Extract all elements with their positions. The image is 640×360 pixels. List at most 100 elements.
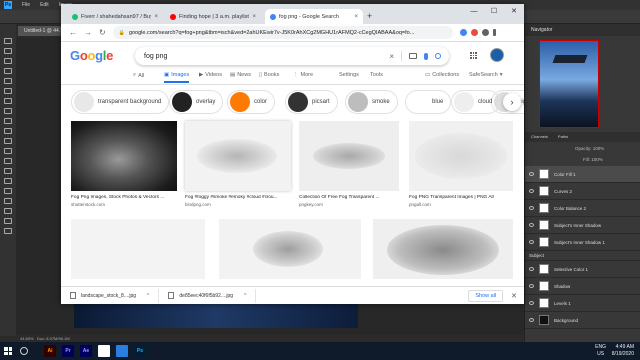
result-source[interactable]: shutterstock.com bbox=[71, 202, 105, 207]
crop-tool-icon[interactable] bbox=[4, 78, 12, 84]
paths-tab[interactable]: Paths bbox=[558, 134, 568, 140]
image-result-thumbnail[interactable] bbox=[71, 219, 205, 279]
healing-tool-icon[interactable] bbox=[4, 98, 12, 104]
new-tab-button[interactable]: + bbox=[367, 11, 372, 21]
gradient-tool-icon[interactable] bbox=[4, 148, 12, 154]
stamp-tool-icon[interactable] bbox=[4, 118, 12, 124]
taskbar-app-icon[interactable]: Pr bbox=[62, 345, 74, 357]
ps-menu-file[interactable]: File bbox=[22, 2, 30, 8]
account-avatar[interactable] bbox=[490, 48, 504, 62]
search-query[interactable]: fog png bbox=[144, 53, 167, 60]
taskbar-app-icon[interactable] bbox=[116, 345, 128, 357]
blur-tool-icon[interactable] bbox=[4, 158, 12, 164]
brush-tool-icon[interactable] bbox=[4, 108, 12, 114]
ps-menu-edit[interactable]: Edit bbox=[40, 2, 49, 8]
chevron-right-icon[interactable]: › bbox=[503, 93, 521, 111]
taskbar-app-icon[interactable]: Ae bbox=[80, 345, 92, 357]
back-arrow-icon[interactable]: ← bbox=[69, 28, 77, 37]
zoom-tool-icon[interactable] bbox=[4, 228, 12, 234]
move-tool-icon[interactable] bbox=[4, 38, 12, 44]
result-caption[interactable]: Fog Png Images, Stock Photos & Vectors .… bbox=[71, 195, 183, 200]
tab-images[interactable]: ▣ Images bbox=[164, 72, 190, 83]
layer-row[interactable]: Background bbox=[525, 312, 640, 329]
fill-value[interactable]: 100% bbox=[591, 157, 603, 162]
browser-tab-google[interactable]: fog png - Google Search × bbox=[265, 9, 363, 24]
tab-more[interactable]: ⋮ More bbox=[293, 72, 313, 78]
close-tab-icon[interactable]: × bbox=[354, 14, 358, 20]
tab-all[interactable]: ⌕ All bbox=[133, 72, 144, 79]
path-select-tool-icon[interactable] bbox=[4, 198, 12, 204]
chevron-up-icon[interactable]: ^ bbox=[244, 293, 246, 299]
image-result-thumbnail[interactable] bbox=[373, 219, 513, 279]
extension-icon[interactable] bbox=[459, 29, 467, 36]
related-search-chip[interactable]: color bbox=[227, 90, 276, 114]
navigator-thumbnail[interactable] bbox=[539, 40, 599, 128]
layer-row[interactable]: Subject's Inner Shadow 1 bbox=[525, 234, 640, 251]
google-logo[interactable]: Google bbox=[70, 48, 113, 63]
layer-row[interactable]: Color Balance 2 bbox=[525, 200, 640, 217]
search-icon[interactable] bbox=[435, 53, 441, 59]
opacity-row[interactable]: Opacity: 100% bbox=[525, 142, 640, 156]
google-apps-icon[interactable] bbox=[470, 52, 477, 59]
camera-search-icon[interactable] bbox=[409, 53, 417, 59]
navigator-panel-title[interactable]: Navigator bbox=[525, 24, 640, 36]
tab-books[interactable]: ▯ Books bbox=[259, 72, 279, 78]
layer-row[interactable]: Levels 1 bbox=[525, 295, 640, 312]
lasso-tool-icon[interactable] bbox=[4, 58, 12, 64]
image-result-thumbnail[interactable] bbox=[299, 121, 399, 191]
layer-row[interactable]: Selective Color 1 bbox=[525, 261, 640, 278]
close-tab-icon[interactable]: × bbox=[154, 14, 158, 20]
reload-icon[interactable]: ↻ bbox=[99, 28, 106, 37]
visibility-eye-icon[interactable] bbox=[529, 240, 534, 244]
safesearch-toggle[interactable]: SafeSearch ▾ bbox=[469, 72, 503, 78]
channels-tab[interactable]: Channels bbox=[531, 134, 548, 140]
visibility-eye-icon[interactable] bbox=[529, 318, 534, 322]
visibility-eye-icon[interactable] bbox=[529, 223, 534, 227]
browser-tab-youtube[interactable]: Finding hope | 3 a.m. playlist - Yo × bbox=[165, 9, 261, 24]
extension-icon[interactable] bbox=[470, 29, 478, 36]
related-search-chip[interactable]: overlay bbox=[169, 90, 224, 114]
related-search-chip[interactable]: blue bbox=[405, 90, 452, 114]
tab-videos[interactable]: ▶ Videos bbox=[199, 72, 222, 78]
quick-select-tool-icon[interactable] bbox=[4, 68, 12, 74]
layer-group-row[interactable]: Subject bbox=[525, 251, 640, 261]
google-search-box[interactable]: fog png × bbox=[135, 47, 449, 65]
related-search-chip[interactable]: picsart bbox=[285, 90, 338, 114]
eyedropper-tool-icon[interactable] bbox=[4, 88, 12, 94]
show-all-downloads-button[interactable]: Show all bbox=[468, 289, 504, 302]
download-item[interactable]: landscape_stock_8....jpg ^ bbox=[61, 288, 160, 303]
maximize-button[interactable]: ☐ bbox=[484, 4, 504, 18]
visibility-eye-icon[interactable] bbox=[529, 189, 534, 193]
shape-tool-icon[interactable] bbox=[4, 208, 12, 214]
forward-arrow-icon[interactable]: → bbox=[84, 28, 92, 37]
download-item[interactable]: de85eec40f6f5b92....jpg ^ bbox=[159, 288, 257, 303]
taskbar-app-icon[interactable]: Ai bbox=[44, 345, 56, 357]
related-search-chip[interactable]: smoke bbox=[345, 90, 398, 114]
layer-row[interactable]: Shadow bbox=[525, 278, 640, 295]
profile-icon[interactable] bbox=[481, 29, 489, 36]
type-tool-icon[interactable] bbox=[4, 188, 12, 194]
eraser-tool-icon[interactable] bbox=[4, 138, 12, 144]
result-source[interactable]: pngall.com bbox=[409, 202, 431, 207]
visibility-eye-icon[interactable] bbox=[529, 267, 534, 271]
result-caption[interactable]: Fog #foggy #smoke #emoky #cloud #clou... bbox=[185, 195, 293, 200]
pen-tool-icon[interactable] bbox=[4, 178, 12, 184]
chevron-up-icon[interactable]: ^ bbox=[147, 293, 149, 299]
hand-tool-icon[interactable] bbox=[4, 218, 12, 224]
visibility-eye-icon[interactable] bbox=[529, 301, 534, 305]
history-brush-icon[interactable] bbox=[4, 128, 12, 134]
image-result-thumbnail[interactable] bbox=[71, 121, 177, 191]
address-bar[interactable]: 🔒 google.com/search?q=fog+png&tbm=isch&v… bbox=[112, 26, 453, 39]
related-search-chip[interactable]: transparent background bbox=[71, 90, 170, 114]
close-tab-icon[interactable]: × bbox=[252, 14, 256, 20]
clear-search-icon[interactable]: × bbox=[389, 52, 394, 61]
browser-tab-fiverr[interactable]: Fiverr / shahedahsan97 / Buyer R × bbox=[67, 9, 163, 24]
tab-collections[interactable]: ▭ Collections bbox=[425, 72, 459, 78]
image-result-thumbnail[interactable] bbox=[185, 121, 291, 191]
dodge-tool-icon[interactable] bbox=[4, 168, 12, 174]
close-downloads-bar-icon[interactable]: ✕ bbox=[511, 292, 517, 300]
fill-row[interactable]: Fill: 100% bbox=[525, 156, 640, 166]
visibility-eye-icon[interactable] bbox=[529, 284, 534, 288]
layer-row[interactable]: Subject's Inner Shadow bbox=[525, 217, 640, 234]
opacity-value[interactable]: 100% bbox=[593, 146, 605, 151]
